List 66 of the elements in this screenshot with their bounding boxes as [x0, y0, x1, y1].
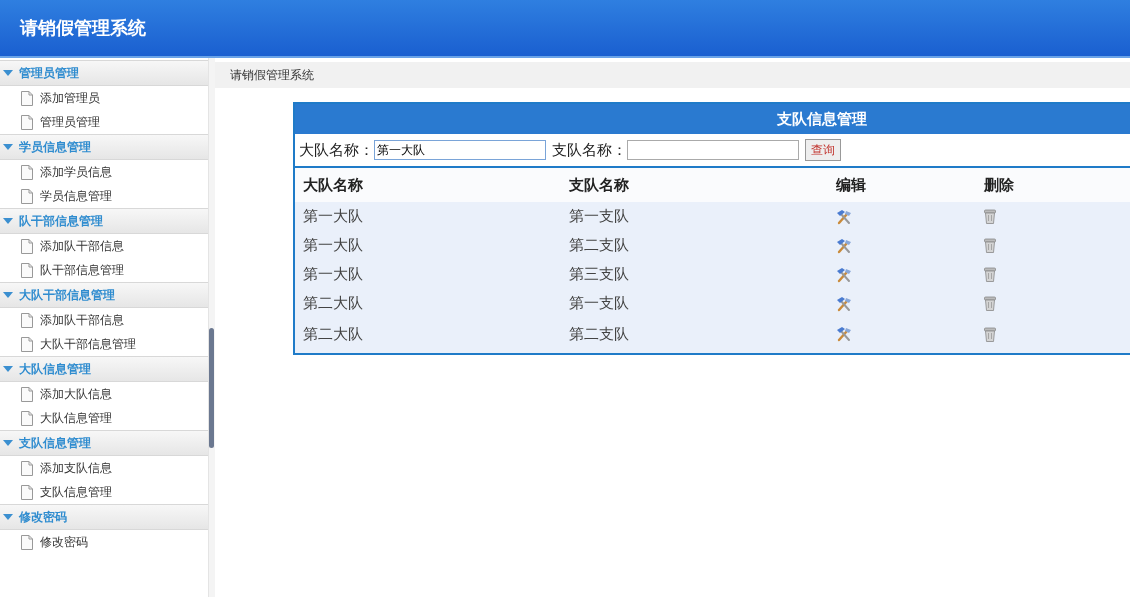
table-cell-text: 第一大队: [302, 207, 364, 226]
menu-item[interactable]: 添加队干部信息: [0, 234, 208, 258]
caret-icon: [3, 70, 13, 76]
document-icon: [21, 90, 33, 106]
document-icon: [21, 114, 33, 130]
menu-item[interactable]: 队干部信息管理: [0, 258, 208, 282]
menu-item[interactable]: 修改密码: [0, 530, 208, 554]
caret-icon: [3, 514, 13, 520]
document-icon: [21, 262, 33, 278]
document-icon: [21, 460, 33, 476]
document-icon: [21, 534, 33, 550]
column-header: 删除: [983, 175, 1015, 195]
menu-item[interactable]: 添加队干部信息: [0, 308, 208, 332]
menu-item[interactable]: 添加学员信息: [0, 160, 208, 184]
scrollbar-thumb[interactable]: [209, 328, 214, 448]
filter-label: 大队名称：: [299, 140, 374, 160]
table-cell-text: 第一大队: [302, 265, 364, 284]
caret-icon: [3, 218, 13, 224]
document-icon: [21, 386, 33, 402]
menu-item[interactable]: 学员信息管理: [0, 184, 208, 208]
caret-icon: [3, 366, 13, 372]
trash-icon[interactable]: [984, 209, 996, 224]
menu-item[interactable]: 大队信息管理: [0, 406, 208, 430]
document-icon: [21, 484, 33, 500]
caret-icon: [3, 292, 13, 298]
breadcrumb-text: 请销假管理系统: [230, 66, 314, 84]
app-title: 请销假管理系统: [20, 16, 146, 40]
table-cell-text: 第一大队: [302, 236, 364, 255]
hammer-icon[interactable]: [836, 237, 852, 254]
document-icon: [21, 164, 33, 180]
hammer-icon[interactable]: [836, 326, 852, 342]
table-cell-text: 第一支队: [568, 207, 630, 226]
filter-field[interactable]: [627, 140, 799, 160]
caret-icon: [3, 440, 13, 446]
panel-title: 支队信息管理: [777, 109, 867, 129]
column-header: 编辑: [835, 175, 867, 195]
menu-item[interactable]: 大队干部信息管理: [0, 332, 208, 356]
hammer-icon[interactable]: [836, 295, 852, 312]
menu-item[interactable]: 添加管理员: [0, 86, 208, 110]
trash-icon[interactable]: [984, 326, 996, 342]
table-cell-text: 第二支队: [568, 236, 630, 255]
document-icon: [21, 410, 33, 426]
trash-icon[interactable]: [984, 238, 996, 253]
hammer-icon[interactable]: [836, 266, 852, 283]
document-icon: [21, 312, 33, 328]
menu-item[interactable]: 支队信息管理: [0, 480, 208, 504]
search-button[interactable]: 查询: [805, 139, 841, 161]
hammer-icon[interactable]: [836, 208, 852, 225]
trash-icon[interactable]: [984, 296, 996, 311]
column-header: 支队名称: [568, 175, 630, 195]
table-cell-text: 第二大队: [302, 294, 364, 313]
document-icon: [21, 336, 33, 352]
table-cell-text: 第三支队: [568, 265, 630, 284]
menu-item[interactable]: 添加支队信息: [0, 456, 208, 480]
document-icon: [21, 238, 33, 254]
table-cell-text: 第一支队: [568, 294, 630, 313]
table-cell-text: 第二大队: [302, 324, 364, 344]
column-header: 大队名称: [302, 175, 364, 195]
filter-label: 支队名称：: [552, 140, 627, 160]
menu-item[interactable]: 添加大队信息: [0, 382, 208, 406]
caret-icon: [3, 144, 13, 150]
table-cell-text: 第二支队: [568, 324, 630, 344]
filter-field[interactable]: 第一大队: [374, 140, 546, 160]
document-icon: [21, 188, 33, 204]
menu-item[interactable]: 管理员管理: [0, 110, 208, 134]
trash-icon[interactable]: [984, 267, 996, 282]
